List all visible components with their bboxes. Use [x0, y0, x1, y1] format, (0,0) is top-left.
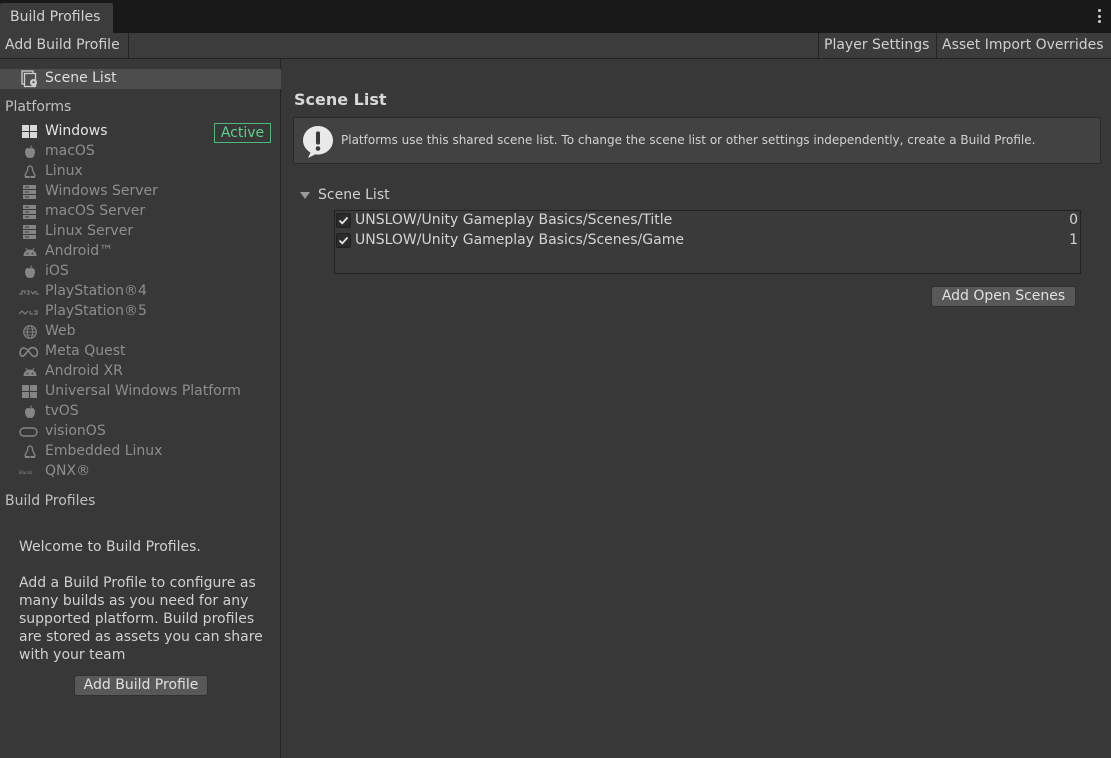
server-icon: [22, 225, 38, 239]
vision-icon: [19, 425, 38, 439]
sidebar-item-label: Web: [45, 323, 76, 339]
scene-row[interactable]: UNSLOW/Unity Gameplay Basics/Scenes/Game…: [335, 231, 1080, 251]
sidebar-item-platform[interactable]: macOS: [0, 142, 281, 162]
info-box: Platforms use this shared scene list. To…: [293, 117, 1101, 164]
apple-icon: [22, 405, 38, 419]
welcome-message: Welcome to Build Profiles. Add a Build P…: [19, 538, 269, 682]
qnx-icon: Blackb: [19, 465, 35, 479]
platforms-section-title: Platforms: [5, 99, 72, 115]
apple-icon: [22, 145, 38, 159]
scene-row[interactable]: UNSLOW/Unity Gameplay Basics/Scenes/Titl…: [335, 211, 1080, 231]
scene-index: 1: [1069, 232, 1078, 248]
svg-text:Blackb: Blackb: [19, 470, 33, 475]
add-build-profile-toolbar-button[interactable]: Add Build Profile: [0, 33, 129, 58]
sidebar-item-label: iOS: [45, 263, 69, 279]
sidebar: Scene List Platforms Windows Active macOS L…: [0, 59, 281, 758]
sidebar-item-label: visionOS: [45, 423, 106, 439]
server-icon: [22, 205, 38, 219]
sidebar-item-label: PlayStation®4: [45, 283, 147, 299]
android-icon: [22, 245, 38, 259]
page-title: Scene List: [294, 90, 387, 109]
more-options-icon[interactable]: [1097, 9, 1101, 23]
sidebar-item-platform[interactable]: Android™: [0, 242, 281, 262]
exclamation-icon: [303, 126, 333, 158]
android-icon: [22, 365, 38, 379]
sidebar-item-platform[interactable]: Meta Quest: [0, 342, 281, 362]
foldout-arrow-icon[interactable]: [300, 192, 310, 199]
windows-icon: [22, 385, 38, 399]
sidebar-item-platform[interactable]: Windows Server: [0, 182, 281, 202]
tab-bar: Build Profiles: [0, 0, 1111, 33]
main-panel: Scene List Platforms use this shared sce…: [282, 59, 1111, 758]
sidebar-item-label: tvOS: [45, 403, 79, 419]
sidebar-item-platform[interactable]: macOS Server: [0, 202, 281, 222]
sidebar-item-platform[interactable]: Android XR: [0, 362, 281, 382]
scene-path: UNSLOW/Unity Gameplay Basics/Scenes/Titl…: [355, 212, 673, 228]
sidebar-item-platform[interactable]: Linux: [0, 162, 281, 182]
apple-icon: [22, 265, 38, 279]
windows-icon: [22, 125, 38, 139]
meta-icon: [19, 345, 39, 359]
linux-icon: [22, 165, 38, 179]
info-text: Platforms use this shared scene list. To…: [341, 133, 1036, 147]
sidebar-item-platform[interactable]: visionOS: [0, 422, 281, 442]
sidebar-item-label: macOS: [45, 143, 95, 159]
sidebar-item-platform[interactable]: tvOS: [0, 402, 281, 422]
sidebar-item-platform[interactable]: Universal Windows Platform: [0, 382, 281, 402]
foldout-label: Scene List: [318, 187, 390, 203]
scene-index: 0: [1069, 212, 1078, 228]
scene-checkbox[interactable]: [336, 213, 351, 228]
welcome-heading: Welcome to Build Profiles.: [19, 539, 201, 555]
sidebar-item-label: QNX®: [45, 463, 91, 479]
welcome-body: Add a Build Profile to configure as many…: [19, 575, 263, 663]
sidebar-item-label: Android™: [45, 243, 114, 259]
sidebar-item-label: PlayStation®5: [45, 303, 147, 319]
add-open-scenes-button[interactable]: Add Open Scenes: [931, 286, 1076, 307]
sidebar-item-label: Scene List: [45, 70, 117, 86]
player-settings-button[interactable]: Player Settings: [818, 33, 936, 58]
ps5-icon: [18, 305, 38, 319]
scene-path: UNSLOW/Unity Gameplay Basics/Scenes/Game: [355, 232, 684, 248]
sidebar-item-label: Embedded Linux: [45, 443, 163, 459]
sidebar-item-label: Universal Windows Platform: [45, 383, 241, 399]
sidebar-item-platform[interactable]: PlayStation®4: [0, 282, 281, 302]
globe-icon: [22, 325, 38, 339]
linux-icon: [22, 445, 38, 459]
sidebar-item-label: Linux: [45, 163, 83, 179]
sidebar-item-platform[interactable]: PlayStation®5: [0, 302, 281, 322]
sidebar-item-label: Android XR: [45, 363, 123, 379]
sidebar-item-label: macOS Server: [45, 203, 146, 219]
server-icon: [22, 185, 38, 199]
active-badge: Active: [214, 123, 271, 143]
ps4-icon: [19, 285, 39, 299]
sidebar-item-label: Linux Server: [45, 223, 134, 239]
scene-list-icon: [21, 70, 37, 88]
checkmark-icon: [338, 236, 349, 245]
sidebar-item-label: Meta Quest: [45, 343, 126, 359]
sidebar-item-scene-list[interactable]: Scene List: [0, 69, 281, 89]
build-profiles-section-title: Build Profiles: [5, 493, 96, 509]
sidebar-item-label: Windows Server: [45, 183, 158, 199]
sidebar-item-platform[interactable]: Embedded Linux: [0, 442, 281, 462]
scene-checkbox[interactable]: [336, 233, 351, 248]
sidebar-item-platform[interactable]: Linux Server: [0, 222, 281, 242]
toolbar: Add Build Profile Player Settings Asset …: [0, 33, 1111, 59]
sidebar-item-label: Windows: [45, 123, 108, 139]
sidebar-item-platform[interactable]: iOS: [0, 262, 281, 282]
add-build-profile-button[interactable]: Add Build Profile: [74, 675, 208, 696]
sidebar-item-platform[interactable]: Windows Active: [0, 122, 281, 143]
checkmark-icon: [338, 216, 349, 225]
scene-list-box: UNSLOW/Unity Gameplay Basics/Scenes/Titl…: [334, 210, 1081, 274]
tab-build-profiles[interactable]: Build Profiles: [0, 3, 113, 33]
asset-import-overrides-button[interactable]: Asset Import Overrides: [936, 33, 1111, 58]
sidebar-item-platform[interactable]: Blackb QNX®: [0, 462, 281, 482]
sidebar-item-platform[interactable]: Web: [0, 322, 281, 342]
